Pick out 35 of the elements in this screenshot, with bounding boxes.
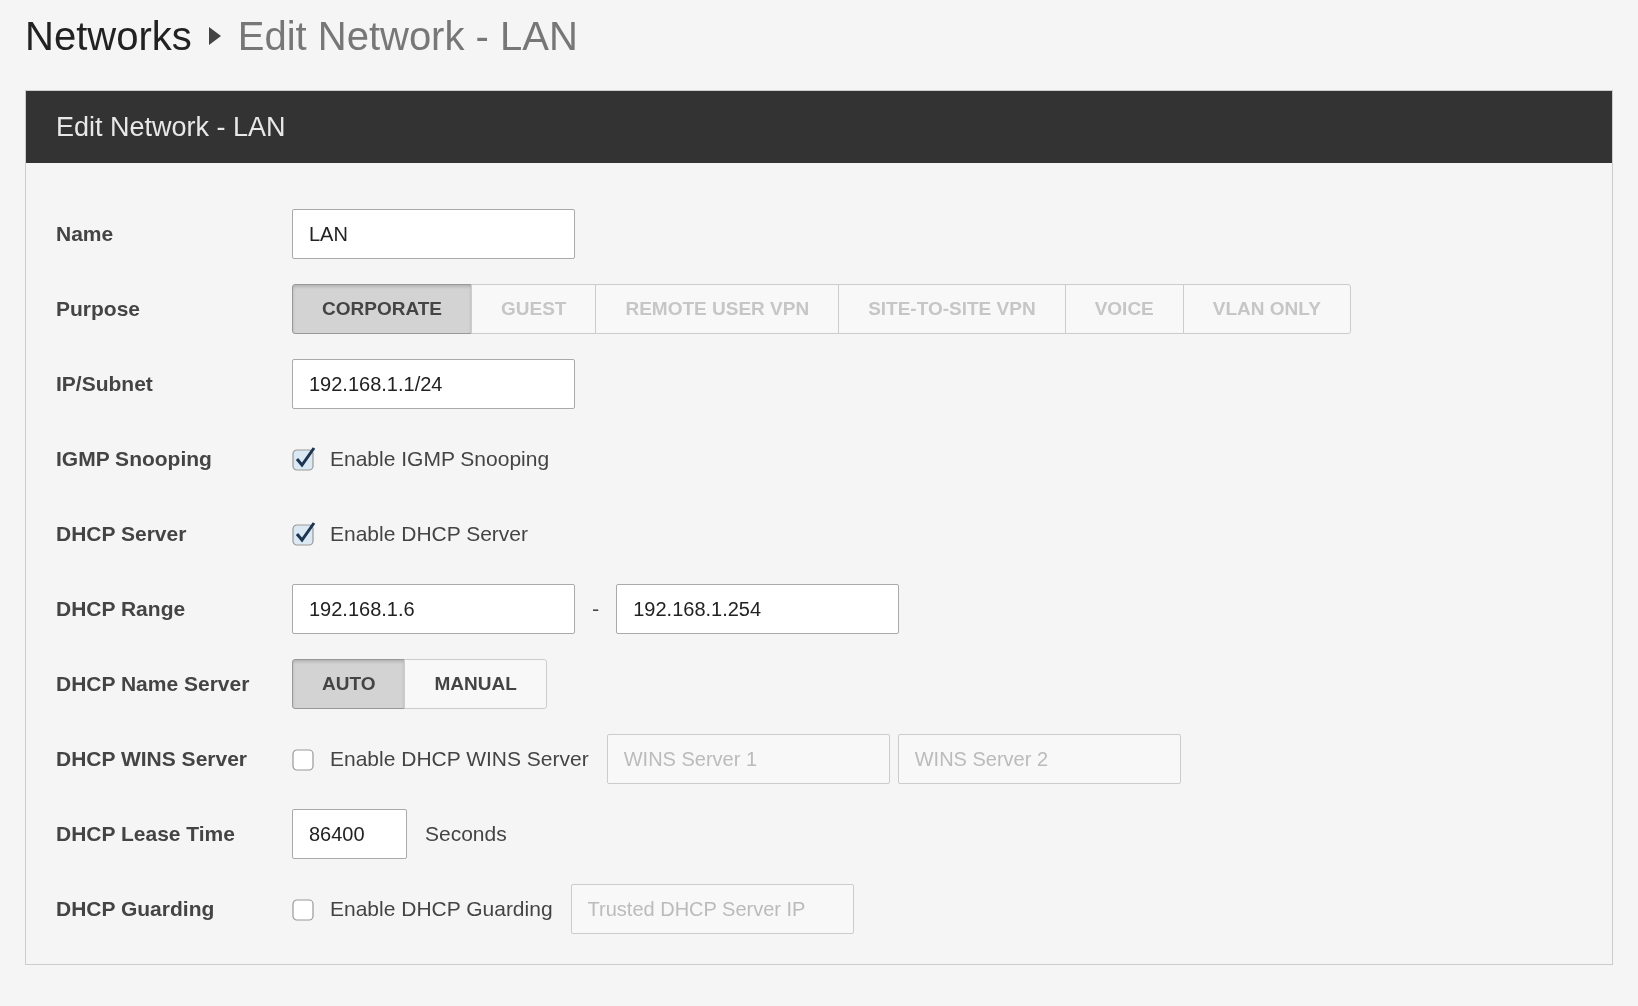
field-label: DHCP Guarding [56, 897, 216, 921]
field-label: DHCP Server [56, 522, 188, 546]
breadcrumb-parent[interactable]: Networks [25, 13, 192, 59]
text-field[interactable]: WINS Server 2 [897, 734, 1181, 784]
field-label: DHCP Name Server [56, 672, 251, 696]
field-label: IP/Subnet [56, 372, 154, 396]
text-field[interactable]: Trusted DHCP Server IP [570, 884, 854, 934]
field-label: Purpose [56, 297, 142, 321]
unit-label: Seconds [425, 822, 507, 846]
panel-title: Edit Network - LAN [56, 111, 286, 143]
segment-button[interactable]: CORPORATE [292, 284, 472, 334]
segment-button[interactable]: MANUAL [404, 659, 547, 709]
range-separator: - [592, 597, 600, 621]
field-label: IGMP Snooping [56, 447, 213, 471]
text-field[interactable]: WINS Server 1 [606, 734, 890, 784]
field-label: Name [56, 222, 115, 246]
range-end-field[interactable]: 192.168.1.254 [616, 584, 900, 634]
checkbox-label[interactable]: Enable DHCP WINS Server [330, 747, 589, 771]
checkbox[interactable] [292, 447, 316, 471]
checkbox[interactable] [292, 897, 316, 921]
segment-button[interactable]: AUTO [292, 659, 406, 709]
checkbox[interactable] [292, 747, 316, 771]
field-label: DHCP Range [56, 597, 187, 621]
number-field[interactable]: 86400 [292, 809, 407, 859]
checkbox-label[interactable]: Enable DHCP Guarding [330, 897, 553, 921]
checkbox-label[interactable]: Enable DHCP Server [330, 522, 529, 546]
text-field[interactable]: 192.168.1.1/24 [292, 359, 575, 409]
field-label: DHCP WINS Server [56, 747, 248, 771]
field-label: DHCP Lease Time [56, 822, 236, 846]
range-start-field[interactable]: 192.168.1.6 [292, 584, 575, 634]
checkbox[interactable] [292, 522, 316, 546]
text-field[interactable]: LAN [292, 209, 575, 259]
chevron-right-icon [207, 26, 222, 46]
checkbox-label[interactable]: Enable IGMP Snooping [330, 447, 550, 471]
breadcrumb-current: Edit Network - LAN [237, 13, 578, 59]
